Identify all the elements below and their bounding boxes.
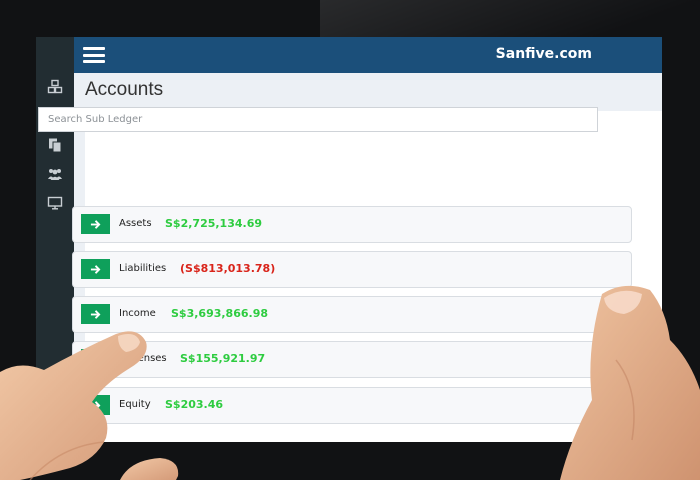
search-input[interactable] (38, 107, 598, 132)
account-row-expenses[interactable]: Expenses S$155,921.97 (72, 341, 632, 378)
account-row-equity[interactable]: Equity S$203.46 (72, 387, 632, 424)
expand-arrow-button[interactable] (81, 304, 110, 324)
documents-icon[interactable] (44, 135, 66, 155)
monitor-icon[interactable] (44, 193, 66, 213)
account-balance: S$2,725,134.69 (165, 217, 262, 230)
cubes-icon[interactable] (44, 77, 66, 97)
account-row-income[interactable]: Income S$3,693,866.98 (72, 296, 632, 333)
account-balance: S$155,921.97 (180, 352, 266, 365)
page-title: Accounts (85, 79, 164, 100)
expand-arrow-button[interactable] (81, 349, 110, 369)
account-balance: (S$813,013.78) (180, 262, 276, 275)
account-name: Equity (119, 399, 151, 410)
hamburger-menu-icon[interactable] (83, 45, 105, 65)
expand-arrow-button[interactable] (81, 214, 110, 234)
account-name: Assets (119, 218, 152, 229)
brand-name[interactable]: Sanfive.com (496, 46, 592, 62)
account-row-liabilities[interactable]: Liabilities (S$813,013.78) (72, 251, 632, 288)
account-balance: S$203.46 (165, 398, 224, 411)
account-name: Liabilities (119, 263, 167, 274)
sidebar (36, 37, 74, 442)
top-navbar: Sanfive.com (74, 37, 662, 73)
account-name: Expenses (119, 353, 167, 364)
account-row-assets[interactable]: Assets S$2,725,134.69 (72, 206, 632, 243)
expand-arrow-button[interactable] (81, 395, 110, 415)
expand-arrow-button[interactable] (81, 259, 110, 279)
users-icon[interactable] (44, 164, 66, 184)
account-name: Income (119, 308, 156, 319)
account-balance: S$3,693,866.98 (171, 307, 268, 320)
